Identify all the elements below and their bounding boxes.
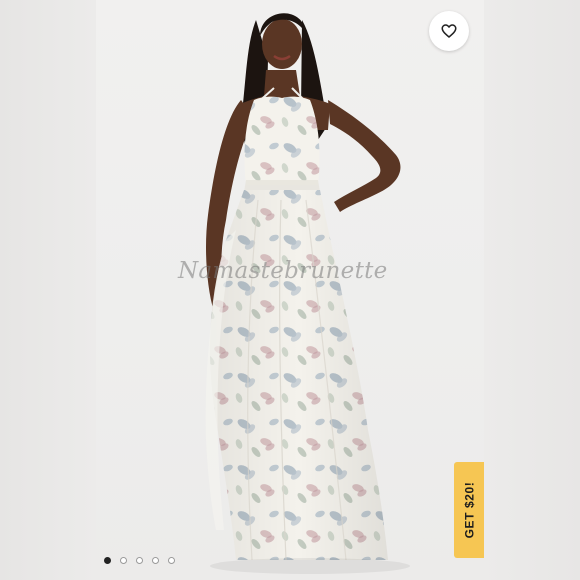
carousel-dot[interactable] <box>152 557 159 564</box>
carousel-dot[interactable] <box>136 557 143 564</box>
carousel-dot[interactable] <box>120 557 127 564</box>
watermark-text: Namastebrunette <box>178 258 388 284</box>
product-photo[interactable] <box>96 0 484 580</box>
letterbox-right <box>484 0 580 580</box>
dress-model-illustration <box>205 13 410 574</box>
carousel-indicator <box>104 557 175 564</box>
favorite-button[interactable] <box>429 11 469 51</box>
carousel-dot[interactable] <box>168 557 175 564</box>
get-20-promo-tab[interactable]: GET $20! <box>454 462 484 558</box>
letterbox-left <box>0 0 96 580</box>
heart-outline-icon <box>441 24 457 38</box>
promo-label: GET $20! <box>462 481 477 539</box>
carousel-dot[interactable] <box>104 557 111 564</box>
